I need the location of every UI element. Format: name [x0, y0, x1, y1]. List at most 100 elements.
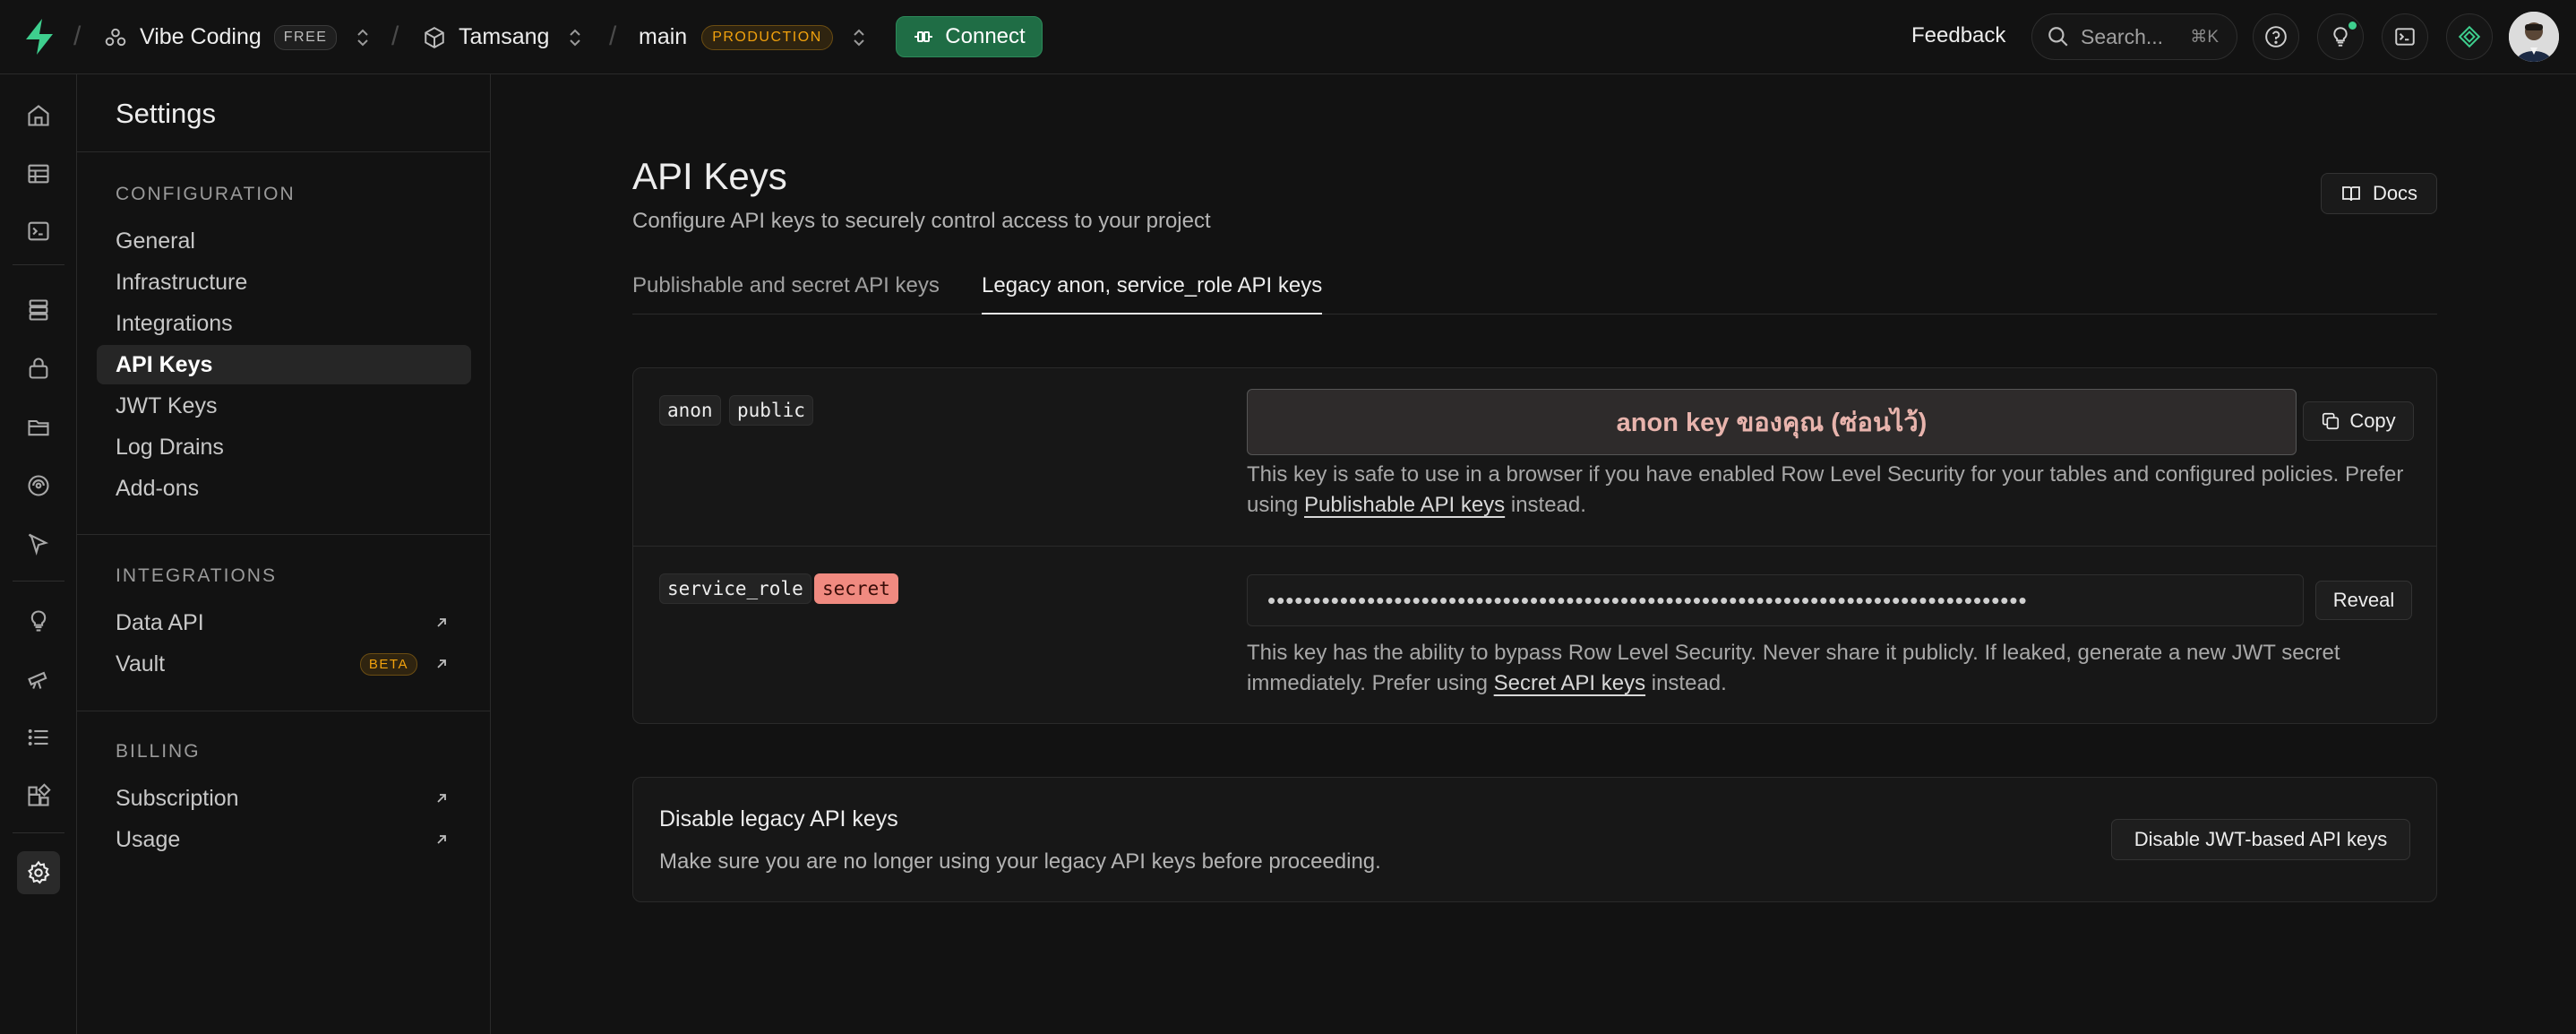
realtime-icon[interactable]	[17, 522, 60, 565]
rail-divider	[13, 581, 64, 582]
assistant-button[interactable]	[2446, 13, 2493, 60]
tab-legacy-keys[interactable]: Legacy anon, service_role API keys	[982, 273, 1323, 315]
connect-label: Connect	[945, 24, 1026, 48]
auth-icon[interactable]	[17, 347, 60, 390]
secret-tag: secret	[814, 573, 898, 604]
chevron-up-down-icon	[570, 29, 581, 46]
breadcrumb-separator: /	[609, 22, 617, 51]
external-link-icon	[437, 794, 446, 803]
sidebar-item-api-keys[interactable]: API Keys	[97, 345, 471, 384]
home-icon[interactable]	[17, 94, 60, 137]
search-button[interactable]: Search... ⌘K	[2031, 13, 2237, 60]
row-divider	[633, 546, 2436, 547]
legacy-keys-card: anon public anon key ของคุณ (ซ่อนไว้) Co…	[632, 367, 2437, 724]
box-icon	[425, 26, 444, 48]
terminal-icon	[2395, 28, 2415, 46]
external-link-icon	[437, 659, 446, 668]
disable-jwt-keys-button[interactable]: Disable JWT-based API keys	[2111, 819, 2410, 860]
search-placeholder: Search...	[2081, 24, 2164, 48]
main-content: API Keys Configure API keys to securely …	[492, 74, 2576, 1034]
sidebar-divider	[77, 534, 491, 535]
chevron-up-down-icon	[357, 29, 369, 46]
sidebar-item-integrations[interactable]: Integrations	[97, 304, 471, 343]
icon-rail	[0, 74, 77, 1034]
external-link-icon	[437, 835, 446, 844]
sidebar-item-subscription[interactable]: Subscription	[97, 779, 471, 818]
breadcrumb-separator: /	[391, 22, 399, 51]
sidebar-item-vault[interactable]: Vault BETA	[97, 644, 471, 684]
public-tag: public	[729, 395, 813, 426]
page-title: API Keys	[632, 155, 787, 197]
service-role-key-description: This key has the ability to bypass Row L…	[1247, 638, 2429, 699]
terminal-button[interactable]	[2382, 13, 2428, 60]
reports-icon[interactable]	[17, 658, 60, 701]
database-icon[interactable]	[17, 289, 60, 332]
org-icon	[105, 28, 126, 46]
sidebar-item-label: Subscription	[116, 785, 239, 811]
storage-icon[interactable]	[17, 406, 60, 449]
masked-key-value: ••••••••••••••••••••••••••••••••••••••••…	[1267, 586, 2028, 614]
search-icon	[2048, 27, 2068, 47]
lightbulb-icon	[2333, 27, 2348, 47]
settings-sidebar: Settings CONFIGURATION General Infrastru…	[77, 74, 491, 1034]
settings-icon[interactable]	[17, 851, 60, 894]
docs-button[interactable]: Docs	[2321, 173, 2437, 214]
beta-badge: BETA	[359, 653, 417, 676]
org-name: Vibe Coding	[140, 24, 262, 49]
sidebar-item-log-drains[interactable]: Log Drains	[97, 427, 471, 467]
sidebar-item-data-api[interactable]: Data API	[97, 603, 471, 642]
plug-icon	[914, 31, 933, 42]
copy-label: Copy	[2349, 409, 2396, 432]
api-keys-tabs: Publishable and secret API keys Legacy a…	[632, 254, 2437, 315]
disable-legacy-subtitle: Make sure you are no longer using your l…	[659, 849, 1381, 874]
anon-key-field[interactable]: anon key ของคุณ (ซ่อนไว้)	[1247, 389, 2297, 455]
sql-editor-icon[interactable]	[17, 210, 60, 253]
rail-divider	[13, 264, 64, 265]
sidebar-item-add-ons[interactable]: Add-ons	[97, 469, 471, 508]
production-badge: PRODUCTION	[701, 24, 833, 50]
help-circle-icon	[2265, 26, 2287, 47]
section-heading-configuration: CONFIGURATION	[116, 184, 296, 204]
secret-api-keys-link[interactable]: Secret API keys	[1494, 671, 1645, 695]
avatar[interactable]	[2509, 12, 2559, 62]
tab-publishable-secret[interactable]: Publishable and secret API keys	[632, 273, 940, 315]
section-heading-billing: BILLING	[116, 741, 201, 762]
branch-selector[interactable]: main PRODUCTION	[639, 0, 867, 74]
sidebar-item-label: Data API	[116, 609, 204, 635]
logs-icon[interactable]	[17, 716, 60, 759]
assistant-icon	[2458, 25, 2481, 48]
project-selector[interactable]: Tamsang	[423, 0, 583, 74]
publishable-api-keys-link[interactable]: Publishable API keys	[1304, 493, 1505, 517]
project-name: Tamsang	[459, 24, 550, 49]
sidebar-title: Settings	[116, 98, 217, 129]
advisors-icon[interactable]	[17, 599, 60, 642]
edge-functions-icon[interactable]	[17, 464, 60, 507]
service-role-key-field[interactable]: ••••••••••••••••••••••••••••••••••••••••…	[1247, 574, 2304, 626]
sidebar-divider	[77, 151, 491, 152]
copy-button[interactable]: Copy	[2303, 401, 2414, 441]
notification-dot	[2348, 22, 2357, 30]
connect-button[interactable]: Connect	[896, 16, 1043, 57]
service-role-desc-suffix: instead.	[1645, 671, 1727, 695]
disable-legacy-title: Disable legacy API keys	[659, 806, 898, 832]
org-selector[interactable]: Vibe Coding FREE	[104, 0, 371, 74]
sidebar-item-infrastructure[interactable]: Infrastructure	[97, 263, 471, 302]
service-role-desc-text: This key has the ability to bypass Row L…	[1247, 641, 2340, 695]
breadcrumb-separator: /	[73, 22, 82, 51]
help-button[interactable]	[2253, 13, 2299, 60]
sidebar-item-general[interactable]: General	[97, 221, 471, 261]
whats-new-button[interactable]	[2317, 13, 2364, 60]
sidebar-item-label: Vault	[116, 651, 166, 676]
anon-desc-suffix: instead.	[1505, 493, 1586, 517]
sidebar-item-usage[interactable]: Usage	[97, 820, 471, 859]
chevron-up-down-icon	[854, 29, 864, 46]
feedback-button[interactable]: Feedback	[1911, 23, 2005, 48]
table-editor-icon[interactable]	[17, 152, 60, 195]
integrations-icon[interactable]	[17, 774, 60, 817]
reveal-button[interactable]: Reveal	[2315, 581, 2412, 620]
top-bar: / Vibe Coding FREE / Tamsang / main PROD…	[0, 0, 2576, 74]
sidebar-item-jwt-keys[interactable]: JWT Keys	[97, 386, 471, 426]
disable-legacy-card: Disable legacy API keys Make sure you ar…	[632, 777, 2437, 902]
copy-icon	[2323, 412, 2340, 430]
supabase-logo-icon[interactable]	[23, 18, 56, 56]
